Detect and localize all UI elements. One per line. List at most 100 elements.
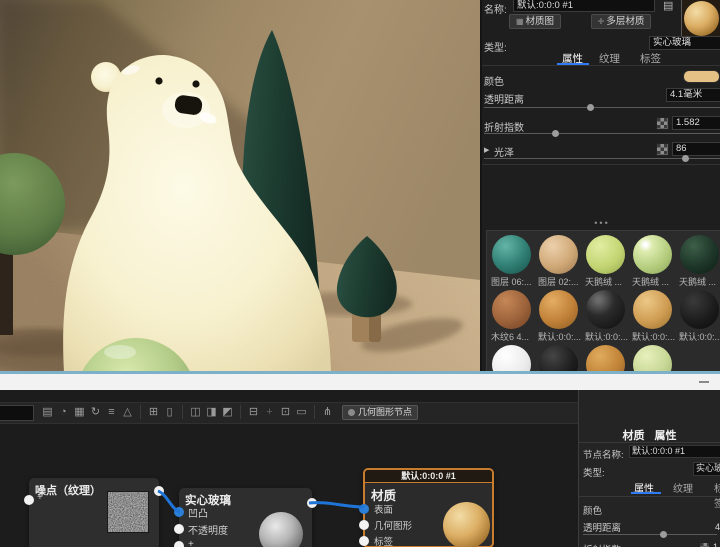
node-editor[interactable]: ▤ ◔ ▦ ↻ ≡ △ ⊞ ▯ ◫ ◨ ◩ ⊟ + ⊡ ▭ ⋔ 几何图形节点 噪… (0, 390, 720, 547)
tab-material[interactable]: 材质 (623, 430, 645, 442)
material-sphere-icon[interactable]: ◔ (58, 403, 69, 421)
duplicate-icon[interactable]: ⊞ (148, 403, 159, 421)
material-surface-port[interactable] (359, 504, 369, 514)
color-swatch[interactable] (683, 70, 720, 83)
library-item[interactable]: 图层 02:... (536, 234, 581, 286)
node-type-dropdown[interactable]: 实心玻璃 (693, 462, 720, 476)
np-distance-slider[interactable] (583, 534, 717, 535)
material-thumb (539, 290, 578, 329)
noise-thumbnail (107, 491, 149, 533)
library-item[interactable]: 默认:0:0:... (536, 289, 581, 341)
material-geometry-port[interactable] (359, 520, 369, 530)
glass-opacity-port[interactable] (174, 524, 184, 534)
toolbar-separator (314, 405, 315, 419)
toolbar-separator (140, 405, 141, 419)
library-item[interactable]: 默认:0:0:... (677, 289, 720, 341)
np-active-tab-underline (631, 492, 661, 494)
node-name-input[interactable]: 默认:0:0:0 #1 (629, 445, 720, 458)
multilayer-material-button[interactable]: ✛多层材质 (591, 14, 651, 29)
material-preview[interactable] (681, 0, 720, 39)
material-thumb (492, 345, 531, 372)
filters-icon[interactable]: ≡ (106, 403, 117, 421)
library-drag-handle[interactable]: ••• (482, 218, 720, 228)
library-item[interactable]: 天鹅绒 ... (630, 234, 675, 286)
toolbar-separator (240, 405, 241, 419)
distance-input[interactable]: 4.1毫米 (666, 88, 720, 102)
library-item[interactable]: 图层 06:... (489, 234, 534, 286)
calculator-icon[interactable]: ◨ (206, 403, 217, 421)
left-tree-trunk (0, 250, 13, 335)
np-refraction-texture-icon[interactable] (699, 542, 710, 547)
np-refraction-value[interactable]: 1.582 (713, 542, 720, 547)
noise-output-port[interactable] (154, 486, 164, 496)
glass-bump-port[interactable] (174, 507, 184, 517)
node-name-label: 节点名称: (583, 447, 624, 461)
split-node-icon[interactable]: ⋔ (322, 403, 333, 421)
refraction-slider-knob[interactable] (552, 130, 559, 137)
library-item[interactable] (489, 344, 534, 372)
gloss-input[interactable]: 86 (672, 142, 720, 156)
np-distance-value[interactable]: 4.1毫米 (715, 520, 720, 533)
node-solid-glass[interactable]: 实心玻璃 凹凸 不透明度 + (179, 488, 312, 547)
distance-slider-knob[interactable] (587, 104, 594, 111)
library-item[interactable] (536, 344, 581, 372)
gloss-texture-slot-icon[interactable] (656, 143, 669, 156)
library-item[interactable] (583, 344, 628, 372)
history-icon[interactable]: ↻ (90, 403, 101, 421)
material-node-preview-sphere (443, 502, 490, 547)
node-noise-texture[interactable]: 噪点（纹理） + (29, 478, 159, 547)
material-node-header[interactable]: 默认:0:0:0 #1 (365, 470, 492, 483)
refraction-label: 折射指数 (484, 119, 524, 134)
geometry-node-icon (348, 409, 355, 416)
distance-slider[interactable] (484, 107, 720, 108)
glass-add-port[interactable] (174, 541, 184, 547)
tab-texture[interactable]: 纹理 (599, 51, 620, 66)
gloss-slider-knob[interactable] (682, 155, 689, 162)
toolbar-search-input[interactable] (0, 405, 34, 421)
tab-attributes[interactable]: 属性 (655, 430, 677, 442)
save-icon[interactable]: ▤ (663, 0, 673, 12)
refraction-input[interactable]: 1.582 (672, 116, 720, 130)
comment-frame-icon[interactable]: ▭ (296, 403, 307, 421)
library-item[interactable]: 默认:0:0:... (583, 289, 628, 341)
collapse-handle[interactable] (699, 381, 709, 383)
tab-tags[interactable]: 标签 (640, 51, 661, 66)
gloss-slider[interactable] (484, 158, 720, 159)
gloss-expand-icon[interactable]: ▶ (484, 146, 489, 154)
image-icon: ▦ (516, 17, 524, 26)
material-name-input[interactable]: 默认:0:0:0 #1 (513, 0, 655, 12)
viewport-3d-scene[interactable] (0, 0, 480, 372)
node-settings-icon[interactable]: ◩ (222, 403, 233, 421)
trash-icon[interactable]: ▯ (164, 403, 175, 421)
checkerboard-icon[interactable]: ▦ (74, 403, 85, 421)
glass-output-port[interactable] (307, 498, 317, 508)
tabs-divider (482, 65, 720, 66)
refraction-slider[interactable] (484, 133, 720, 134)
panel-resize-bar[interactable] (0, 374, 720, 390)
noise-input-port[interactable] (24, 495, 34, 505)
add-frame-icon[interactable]: ⊡ (280, 403, 291, 421)
node-material[interactable]: 默认:0:0:0 #1 材质 表面 几何图形 标签 (363, 468, 494, 547)
type-dropdown[interactable]: 实心玻璃 (649, 36, 720, 50)
library-item[interactable]: 天鹅绒 ... (677, 234, 720, 286)
save-icon[interactable]: ▤ (42, 403, 53, 421)
material-tag-port[interactable] (359, 536, 369, 546)
align-nodes-icon[interactable]: ⊟ (248, 403, 259, 421)
library-item[interactable]: 天鹅绒 ... (583, 234, 628, 286)
prism-icon[interactable]: △ (122, 403, 133, 421)
material-thumb (680, 235, 719, 274)
refraction-texture-slot-icon[interactable] (656, 117, 669, 130)
np-tab-tags[interactable]: 标签 (714, 480, 720, 510)
library-item[interactable]: 默认:0:0:... (630, 289, 675, 341)
node-type-label: 类型: (583, 465, 605, 479)
noise-add-input-label[interactable]: + (37, 492, 43, 503)
np-tab-texture[interactable]: 纹理 (673, 480, 693, 495)
material-map-button[interactable]: ▦材质图 (509, 14, 561, 29)
library-item[interactable]: 木纹6 4... (489, 289, 534, 341)
copy-nodes-icon[interactable]: ◫ (190, 403, 201, 421)
add-icon[interactable]: + (264, 403, 275, 421)
library-item[interactable] (630, 344, 675, 372)
material-library: 图层 06:... 图层 02:... 天鹅绒 ... 天鹅绒 ... 天鹅绒 … (486, 230, 720, 372)
geometry-nodes-button[interactable]: 几何图形节点 (342, 405, 418, 420)
np-distance-knob[interactable] (660, 531, 667, 538)
